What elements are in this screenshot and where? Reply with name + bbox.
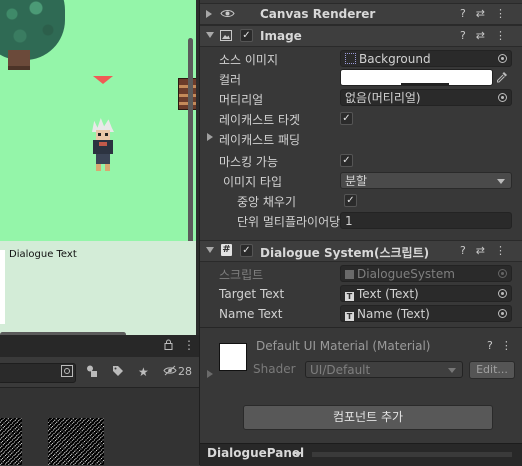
image-type-dropdown[interactable]: 분할	[340, 172, 512, 189]
shader-label: Shader	[253, 362, 296, 376]
source-image-field[interactable]: Background	[340, 50, 512, 67]
object-picker-icon[interactable]	[498, 93, 507, 102]
component-title: Dialogue System(스크립트)	[260, 246, 430, 260]
tree-trunk	[8, 50, 30, 70]
scene-view[interactable]: Dialogue Text	[0, 0, 199, 335]
player-character-sprite	[88, 118, 118, 172]
target-text-label: Target Text	[219, 287, 285, 301]
material-title: Default UI Material (Material)	[256, 339, 431, 353]
selected-object-name[interactable]: DialoguePanel	[207, 446, 304, 460]
image-type-label: 이미지 타입	[223, 175, 283, 189]
component-header-icons[interactable]: ?⇄⋮	[460, 7, 516, 20]
image-enabled-checkbox[interactable]: ✓	[240, 29, 253, 42]
component-title: Canvas Renderer	[260, 7, 376, 21]
edit-shader-button[interactable]: Edit...	[469, 361, 515, 379]
more-menu-icon[interactable]: ⋮	[183, 338, 195, 352]
hidden-packages-count: 28	[178, 365, 192, 378]
object-picker-icon[interactable]	[498, 54, 507, 63]
dialogue-text: Dialogue Text	[9, 249, 77, 260]
fill-center-checkbox[interactable]: ✓	[344, 194, 357, 207]
expand-arrow-icon[interactable]	[206, 10, 216, 18]
dialogue-system-enabled-checkbox[interactable]: ✓	[240, 244, 253, 257]
name-text-label: Name Text	[219, 307, 283, 321]
raycast-padding-label[interactable]: 레이캐스트 패딩	[219, 131, 300, 148]
script-icon: #	[221, 244, 232, 256]
component-title: Image	[260, 29, 302, 43]
tree-foliage	[0, 0, 60, 48]
color-label: 컬러	[219, 73, 242, 87]
preview-drag-handle[interactable]	[312, 452, 512, 457]
material-header-icons[interactable]: ?⋮	[487, 339, 520, 352]
dialogue-system-header[interactable]: # ✓ Dialogue System(스크립트) ?⇄⋮	[200, 240, 522, 262]
text-component-icon: T	[345, 292, 354, 301]
chevron-down-icon	[448, 368, 456, 373]
foldout-arrow-icon[interactable]	[207, 133, 213, 141]
hidden-packages-icon[interactable]	[163, 365, 177, 379]
component-header-icons[interactable]: ?⇄⋮	[460, 29, 516, 42]
shader-dropdown[interactable]: UI/Default	[305, 361, 463, 378]
material-preview-icon	[219, 343, 247, 371]
target-text-field[interactable]: T Text (Text)	[340, 285, 512, 302]
collapse-arrow-icon[interactable]	[206, 247, 214, 253]
text-component-icon: T	[345, 312, 354, 321]
image-component-icon	[220, 30, 232, 44]
material-field[interactable]: 없음(머티리얼)	[340, 89, 512, 106]
raycast-target-checkbox[interactable]: ✓	[340, 112, 353, 125]
raycast-target-label: 레이캐스트 타겟	[219, 113, 301, 127]
filter-by-type-icon[interactable]	[86, 365, 99, 380]
fill-center-label: 중앙 채우기	[237, 195, 297, 209]
eye-icon	[220, 8, 235, 22]
ppu-multiplier-field[interactable]: 1	[340, 212, 512, 229]
color-swatch[interactable]	[340, 69, 493, 86]
script-label: 스크립트	[219, 268, 264, 282]
component-header-icons[interactable]: ?⇄⋮	[460, 244, 516, 257]
collapse-arrow-icon[interactable]	[206, 32, 214, 38]
chevron-down-icon[interactable]	[294, 452, 302, 457]
object-picker-icon[interactable]	[498, 289, 507, 298]
material-label: 머티리얼	[219, 93, 264, 107]
eyedropper-icon[interactable]	[496, 71, 508, 86]
sprite-icon	[345, 53, 356, 64]
red-marker-sprite	[93, 76, 113, 84]
section-divider	[200, 327, 522, 328]
object-picker-icon	[498, 269, 507, 278]
asset-thumbnail[interactable]	[0, 418, 22, 465]
maskable-checkbox[interactable]: ✓	[340, 154, 353, 167]
project-tab-bar: ⋮	[0, 335, 199, 357]
search-by-type-icon[interactable]	[61, 365, 73, 380]
script-field: DialogueSystem	[340, 265, 512, 282]
object-picker-icon[interactable]	[498, 309, 507, 318]
lock-icon[interactable]	[164, 339, 173, 350]
favorite-star-icon[interactable]: ★	[138, 365, 149, 379]
ppu-multiplier-label: 단위 멀티플라이어당	[237, 215, 340, 229]
filter-by-label-icon[interactable]	[112, 365, 124, 380]
script-file-icon	[345, 270, 354, 279]
chevron-down-icon	[497, 179, 505, 184]
image-component-header[interactable]: ✓ Image ?⇄⋮	[200, 25, 522, 47]
canvas-renderer-header[interactable]: Canvas Renderer ?⇄⋮	[200, 3, 522, 25]
alpha-bar	[401, 83, 449, 85]
source-image-label: 소스 이미지	[219, 53, 279, 67]
asset-thumbnail[interactable]	[48, 418, 104, 465]
add-component-button[interactable]: 컴포넌트 추가	[243, 405, 493, 430]
foldout-arrow-icon[interactable]	[207, 370, 213, 378]
maskable-label: 마스킹 가능	[219, 155, 279, 169]
dialogue-box	[0, 250, 5, 324]
name-text-field[interactable]: T Name (Text)	[340, 305, 512, 322]
